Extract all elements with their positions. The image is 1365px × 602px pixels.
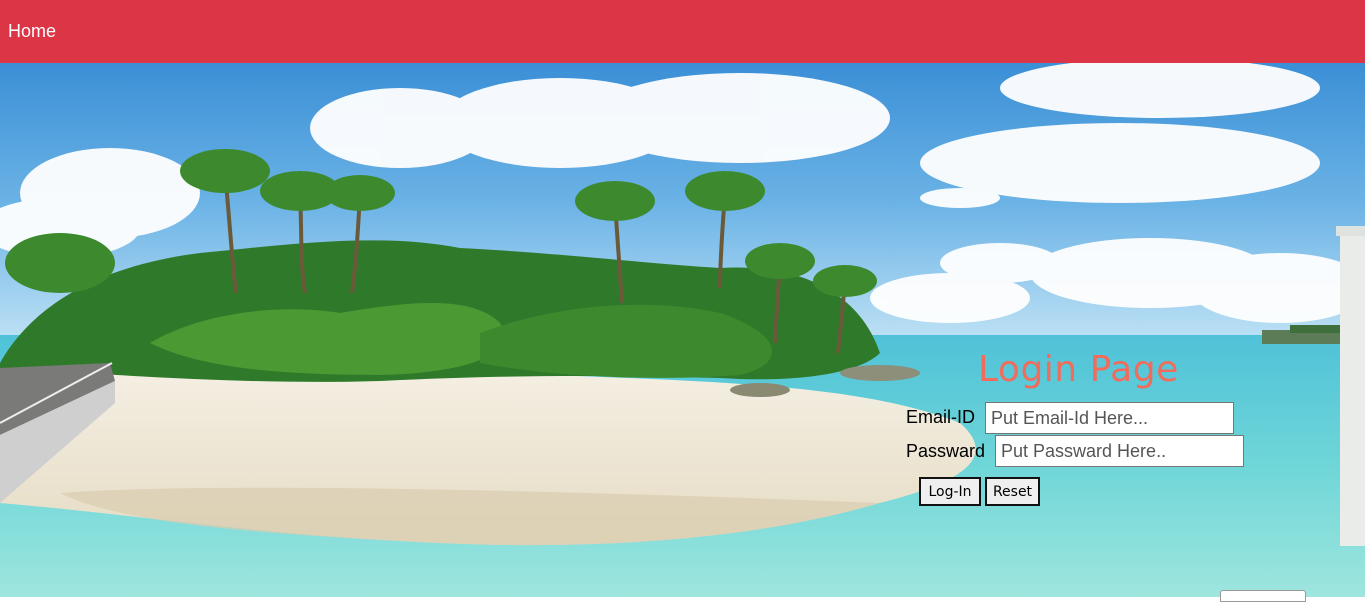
password-label: Passward bbox=[906, 441, 986, 461]
nav-home-link[interactable]: Home bbox=[8, 21, 56, 42]
email-field[interactable] bbox=[985, 402, 1234, 434]
login-button[interactable]: Log-In bbox=[919, 477, 981, 506]
reset-button[interactable]: Reset bbox=[985, 477, 1040, 506]
email-label: Email-ID bbox=[906, 407, 976, 427]
beach-background-image bbox=[0, 63, 1365, 597]
password-field[interactable] bbox=[995, 435, 1244, 467]
top-navbar: Home bbox=[0, 0, 1365, 63]
corner-widget[interactable] bbox=[1220, 590, 1306, 602]
login-page-title: Login Page bbox=[978, 349, 1179, 390]
